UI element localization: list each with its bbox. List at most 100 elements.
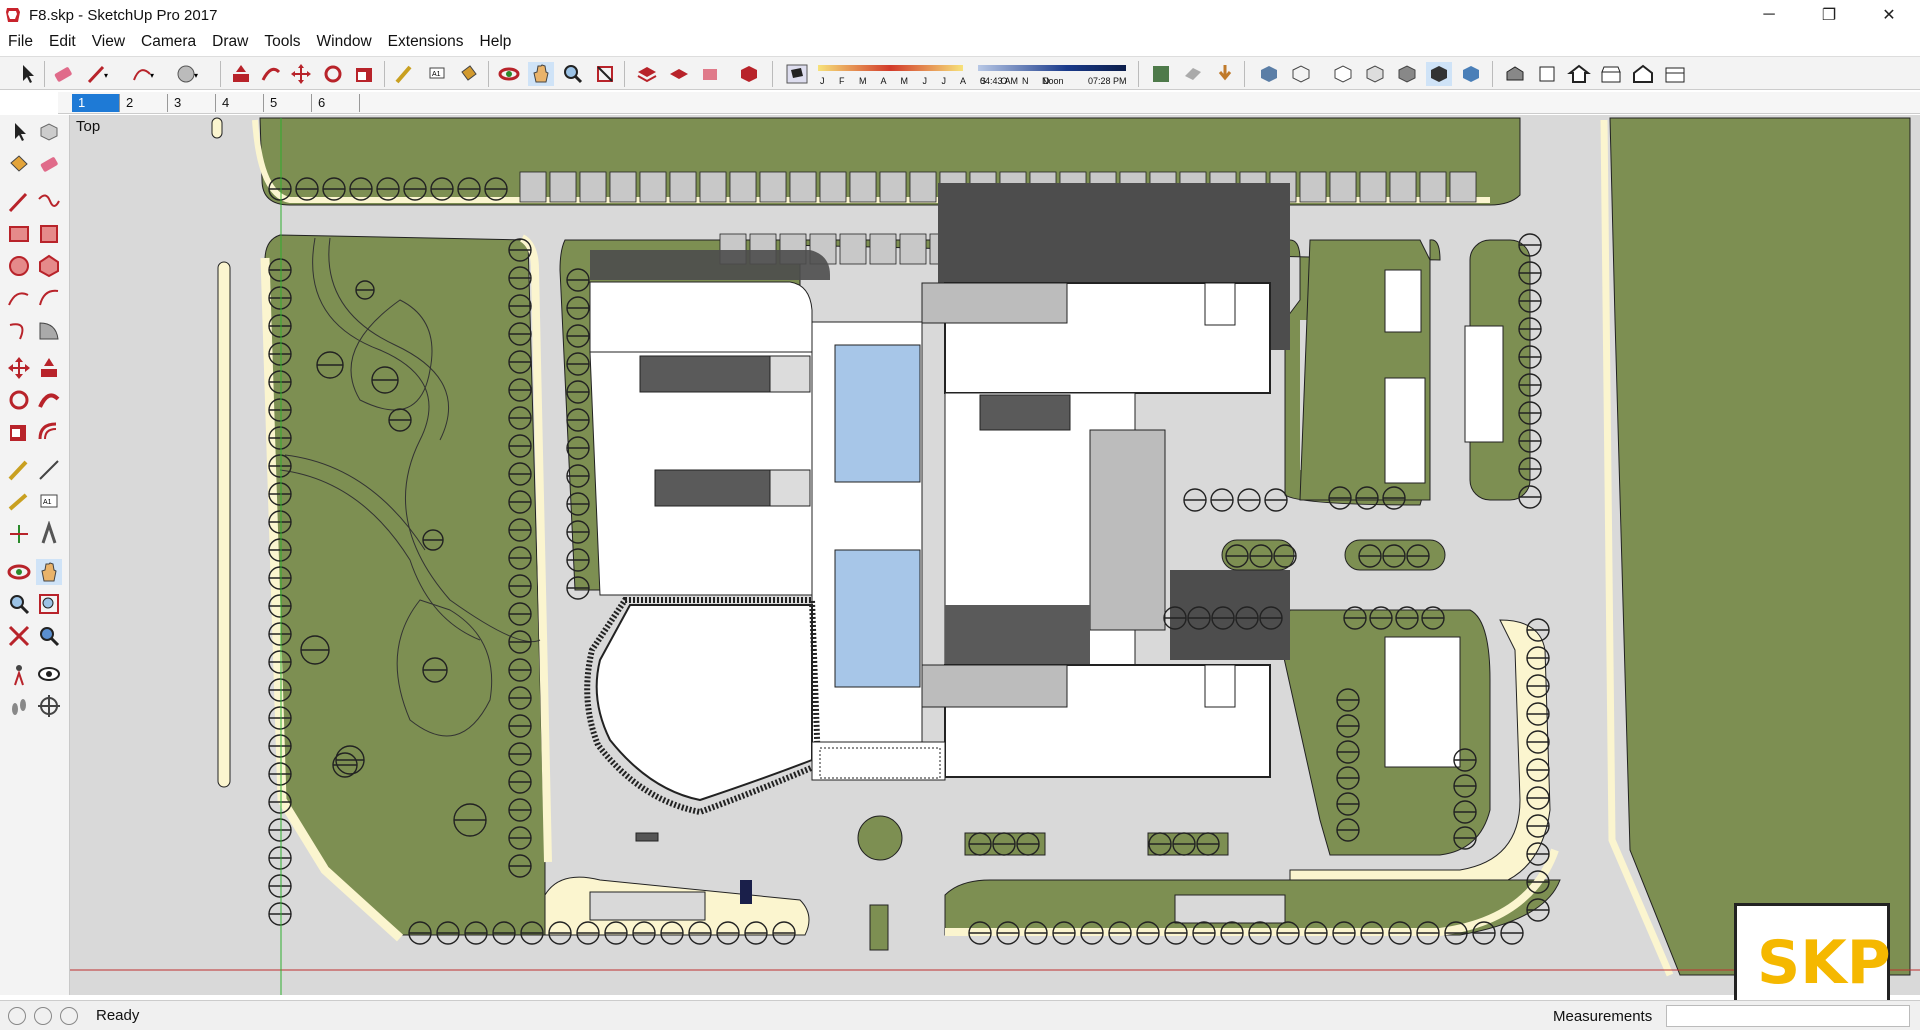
menu-draw[interactable]: Draw	[204, 33, 256, 51]
credits-icon[interactable]	[34, 1006, 52, 1025]
menu-tools[interactable]: Tools	[256, 33, 308, 51]
section-plane-tool-icon[interactable]	[36, 693, 62, 719]
pan-tool-icon[interactable]	[36, 559, 62, 585]
menu-camera[interactable]: Camera	[133, 33, 204, 51]
arc-icon[interactable]: ▾	[130, 62, 156, 86]
time-slider[interactable]	[978, 63, 1126, 75]
freehand-icon[interactable]	[36, 189, 62, 215]
circle-icon[interactable]	[6, 253, 32, 279]
axes-icon[interactable]	[6, 521, 32, 547]
text-icon[interactable]: A1	[36, 489, 62, 515]
move-tool-icon[interactable]	[6, 355, 32, 381]
measurements-box[interactable]	[1666, 1005, 1910, 1027]
left-view-icon[interactable]	[1662, 62, 1688, 86]
push-pull-tool-icon[interactable]	[36, 355, 62, 381]
section-display-icon[interactable]	[1180, 62, 1206, 86]
orbit-tool-icon[interactable]	[6, 559, 32, 585]
geolocation-icon[interactable]	[8, 1006, 26, 1025]
right-view-icon[interactable]	[1598, 62, 1624, 86]
position-camera-icon[interactable]	[6, 661, 32, 687]
share-model-icon[interactable]	[666, 62, 692, 86]
follow-me-tool-icon[interactable]	[36, 387, 62, 413]
shadow-toggle-icon[interactable]	[784, 62, 810, 86]
scene-tab-1[interactable]: 1	[72, 94, 120, 112]
scene-tab-3[interactable]: 3	[168, 94, 216, 112]
maximize-button[interactable]: ❐	[1800, 0, 1858, 30]
top-view-icon[interactable]	[1534, 62, 1560, 86]
zoom-tool-icon[interactable]	[6, 591, 32, 617]
look-around-icon[interactable]	[36, 661, 62, 687]
walk-icon[interactable]	[6, 693, 32, 719]
scene-tab-5[interactable]: 5	[264, 94, 312, 112]
paint-bucket-icon[interactable]	[456, 62, 482, 86]
section-fill-icon[interactable]	[1212, 62, 1238, 86]
menu-view[interactable]: View	[84, 33, 133, 51]
back-view-icon[interactable]	[1630, 62, 1656, 86]
select-icon[interactable]	[6, 119, 32, 145]
zoom-extents-icon[interactable]	[592, 62, 618, 86]
rotate-tool-icon[interactable]	[6, 387, 32, 413]
erase-icon[interactable]	[36, 151, 62, 177]
extension-warehouse-icon[interactable]	[736, 62, 762, 86]
three-point-arc-icon[interactable]	[6, 317, 32, 343]
orbit-icon[interactable]	[496, 62, 522, 86]
zoom-extents-tool-icon[interactable]	[6, 623, 32, 649]
scene-tab-4[interactable]: 4	[216, 94, 264, 112]
xray-blue-style-icon[interactable]	[1458, 62, 1484, 86]
make-component-icon[interactable]	[36, 119, 62, 145]
rotated-rectangle-icon[interactable]	[36, 221, 62, 247]
scene-tab-6[interactable]: 6	[312, 94, 360, 112]
eraser-icon[interactable]	[50, 62, 76, 86]
monochrome-style-icon[interactable]	[1426, 62, 1452, 86]
menu-extensions[interactable]: Extensions	[380, 33, 472, 51]
move-icon[interactable]	[288, 62, 314, 86]
hidden-line-style-icon[interactable]	[1330, 62, 1356, 86]
svg-text:▾: ▾	[150, 71, 154, 80]
rectangle-icon[interactable]	[6, 221, 32, 247]
3d-text-icon[interactable]	[36, 521, 62, 547]
pie-icon[interactable]	[36, 317, 62, 343]
offset-icon[interactable]	[36, 419, 62, 445]
paint-icon[interactable]	[6, 151, 32, 177]
arc-tool-icon[interactable]	[6, 285, 32, 311]
wireframe-style-icon[interactable]	[1288, 62, 1314, 86]
scale-icon[interactable]	[352, 62, 378, 86]
text-tool-icon[interactable]: A1	[424, 62, 450, 86]
menu-window[interactable]: Window	[309, 33, 380, 51]
previous-view-icon[interactable]	[36, 623, 62, 649]
scale-tool-icon[interactable]	[6, 419, 32, 445]
3d-warehouse-icon[interactable]	[634, 62, 660, 86]
zoom-window-icon[interactable]	[36, 591, 62, 617]
close-button[interactable]: ✕	[1860, 0, 1918, 30]
front-view-icon[interactable]	[1566, 62, 1592, 86]
circle-shape-icon[interactable]: ▾	[174, 62, 200, 86]
scene-tab-2[interactable]: 2	[120, 94, 168, 112]
tape-measure-icon[interactable]	[392, 62, 418, 86]
rotate-icon[interactable]	[320, 62, 346, 86]
line-pencil-icon[interactable]: ▾	[84, 62, 110, 86]
month-slider[interactable]	[818, 63, 963, 75]
zoom-icon[interactable]	[560, 62, 586, 86]
shaded-texture-style-icon[interactable]	[1394, 62, 1420, 86]
section-plane-icon[interactable]	[1148, 62, 1174, 86]
two-point-arc-icon[interactable]	[36, 285, 62, 311]
push-pull-icon[interactable]	[228, 62, 254, 86]
follow-me-icon[interactable]	[258, 62, 284, 86]
share-component-icon[interactable]	[698, 62, 724, 86]
account-icon[interactable]	[60, 1006, 78, 1025]
xray-style-icon[interactable]	[1256, 62, 1282, 86]
drawing-viewport[interactable]: Top	[70, 115, 1920, 995]
menu-edit[interactable]: Edit	[41, 33, 84, 51]
menu-file[interactable]: File	[0, 33, 41, 51]
line-icon[interactable]	[6, 189, 32, 215]
dimension-icon[interactable]	[36, 457, 62, 483]
select-arrow-icon[interactable]	[14, 62, 40, 86]
protractor-icon[interactable]	[6, 489, 32, 515]
shaded-style-icon[interactable]	[1362, 62, 1388, 86]
iso-view-icon[interactable]	[1502, 62, 1528, 86]
minimize-button[interactable]: ─	[1740, 0, 1798, 30]
pan-hand-icon[interactable]	[528, 62, 554, 86]
tape-measure-tool-icon[interactable]	[6, 457, 32, 483]
polygon-icon[interactable]	[36, 253, 62, 279]
menu-help[interactable]: Help	[472, 33, 520, 51]
